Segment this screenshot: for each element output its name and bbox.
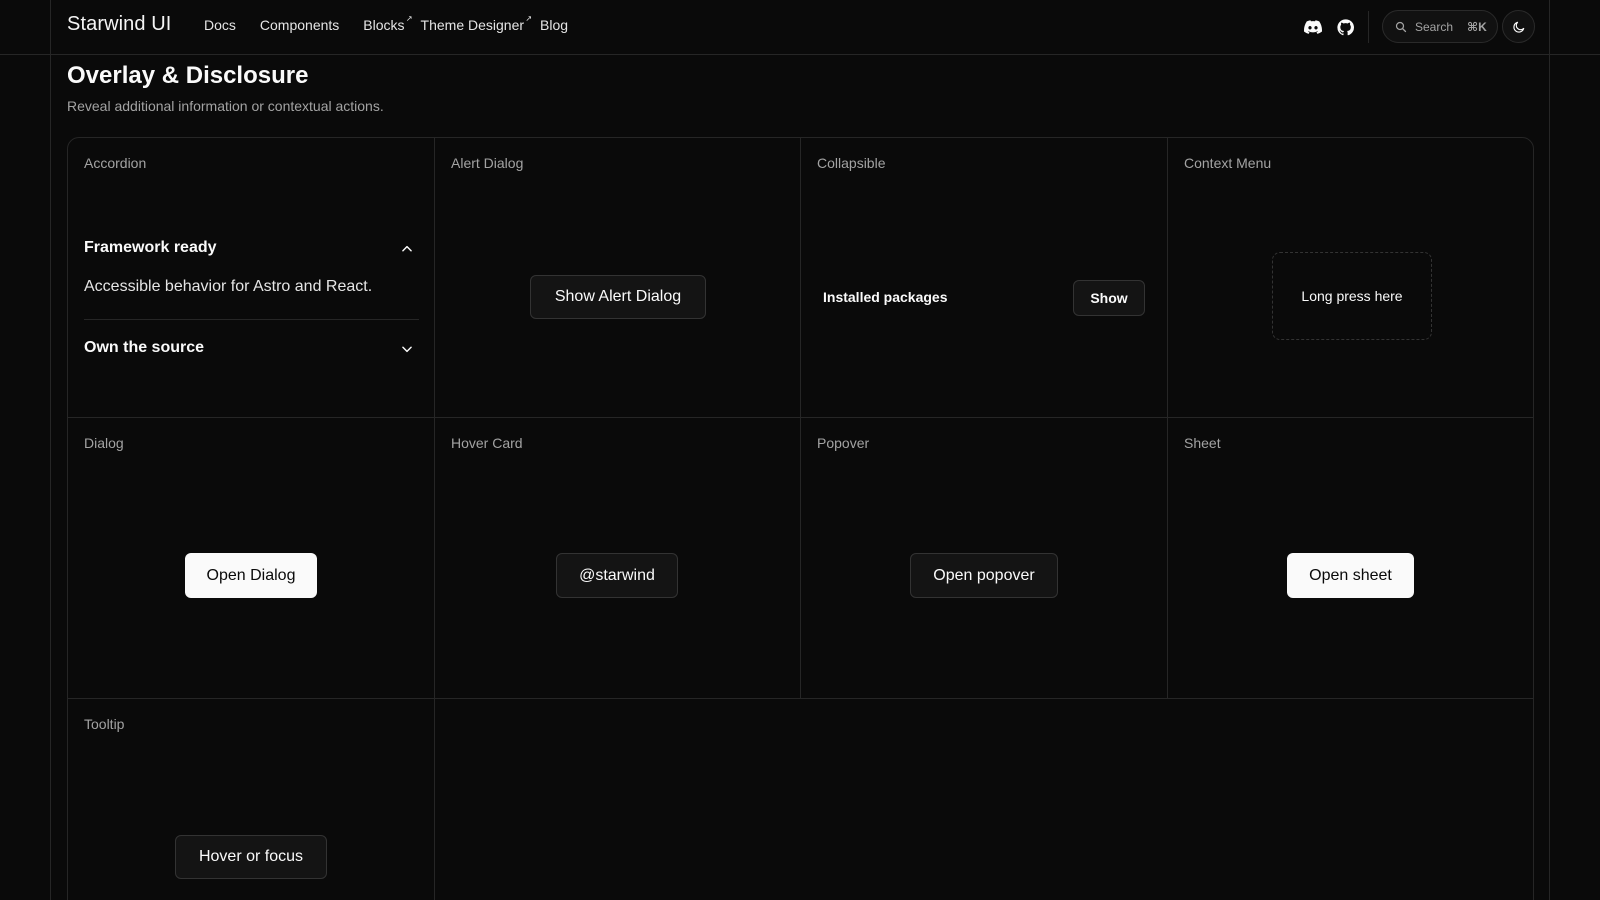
collapsible-show-button[interactable]: Show	[1073, 280, 1145, 316]
cell-label: Collapsible	[817, 155, 886, 171]
open-popover-button[interactable]: Open popover	[910, 553, 1058, 598]
external-link-icon: ↗	[405, 14, 413, 23]
cell-dialog: Dialog Open Dialog	[68, 418, 435, 699]
cell-tooltip: Tooltip Hover or focus	[68, 699, 435, 900]
cell-popover: Popover Open popover	[801, 418, 1168, 699]
header-divider	[1368, 11, 1369, 43]
theme-toggle-button[interactable]	[1502, 10, 1535, 43]
chevron-down-icon[interactable]	[400, 342, 414, 356]
github-icon[interactable]	[1335, 17, 1355, 37]
brand-logo[interactable]: Starwind UI	[67, 13, 171, 36]
accordion-trigger-own-the-source[interactable]: Own the source	[84, 339, 204, 357]
tooltip-trigger-button[interactable]: Hover or focus	[175, 835, 327, 879]
open-dialog-button[interactable]: Open Dialog	[185, 553, 317, 598]
discord-icon[interactable]	[1303, 17, 1323, 37]
chevron-up-icon[interactable]	[400, 242, 414, 256]
search-shortcut: ⌘K	[1467, 19, 1487, 34]
collapsible-title: Installed packages	[823, 289, 948, 305]
nav-components[interactable]: Components	[260, 17, 339, 33]
site-header: Starwind UI Docs Components Blocks ↗ Them…	[0, 0, 1600, 55]
cell-label: Alert Dialog	[451, 155, 524, 171]
cell-alert-dialog: Alert Dialog Show Alert Dialog	[435, 138, 801, 418]
nav-blog[interactable]: Blog	[540, 17, 568, 33]
search-icon	[1395, 21, 1407, 32]
accordion-content: Accessible behavior for Astro and React.	[84, 278, 373, 295]
nav-blocks[interactable]: Blocks ↗	[363, 14, 412, 33]
cell-label: Accordion	[84, 155, 147, 171]
cell-label: Context Menu	[1184, 155, 1272, 171]
accordion-trigger-framework-ready[interactable]: Framework ready	[84, 239, 217, 257]
cell-context-menu: Context Menu Long press here	[1168, 138, 1533, 418]
accordion-divider	[84, 319, 419, 320]
moon-icon	[1512, 21, 1524, 33]
page-title: Overlay & Disclosure	[67, 62, 309, 89]
cell-label: Popover	[817, 435, 870, 451]
context-menu-trigger-area[interactable]: Long press here	[1272, 252, 1432, 340]
cell-accordion: Accordion Framework ready Accessible beh…	[68, 138, 435, 418]
external-link-icon: ↗	[525, 14, 533, 23]
component-grid: Accordion Framework ready Accessible beh…	[67, 137, 1534, 900]
open-sheet-button[interactable]: Open sheet	[1287, 553, 1414, 598]
cell-label: Dialog	[84, 435, 124, 451]
search-button[interactable]: Search ⌘K	[1382, 10, 1498, 43]
cell-collapsible: Collapsible Installed packages Show	[801, 138, 1168, 418]
nav-docs[interactable]: Docs	[204, 17, 236, 33]
search-label: Search	[1415, 19, 1454, 34]
cell-label: Sheet	[1184, 435, 1221, 451]
cell-label: Tooltip	[84, 716, 125, 732]
show-alert-dialog-button[interactable]: Show Alert Dialog	[530, 275, 706, 319]
cell-sheet: Sheet Open sheet	[1168, 418, 1533, 699]
cell-hover-card: Hover Card @starwind	[435, 418, 801, 699]
page-subtitle: Reveal additional information or context…	[67, 98, 384, 114]
cell-label: Hover Card	[451, 435, 523, 451]
main-nav: Docs Components Blocks ↗ Theme Designer ↗ …	[204, 14, 592, 33]
nav-theme-designer[interactable]: Theme Designer ↗	[421, 14, 533, 33]
hover-card-trigger-button[interactable]: @starwind	[556, 553, 678, 598]
